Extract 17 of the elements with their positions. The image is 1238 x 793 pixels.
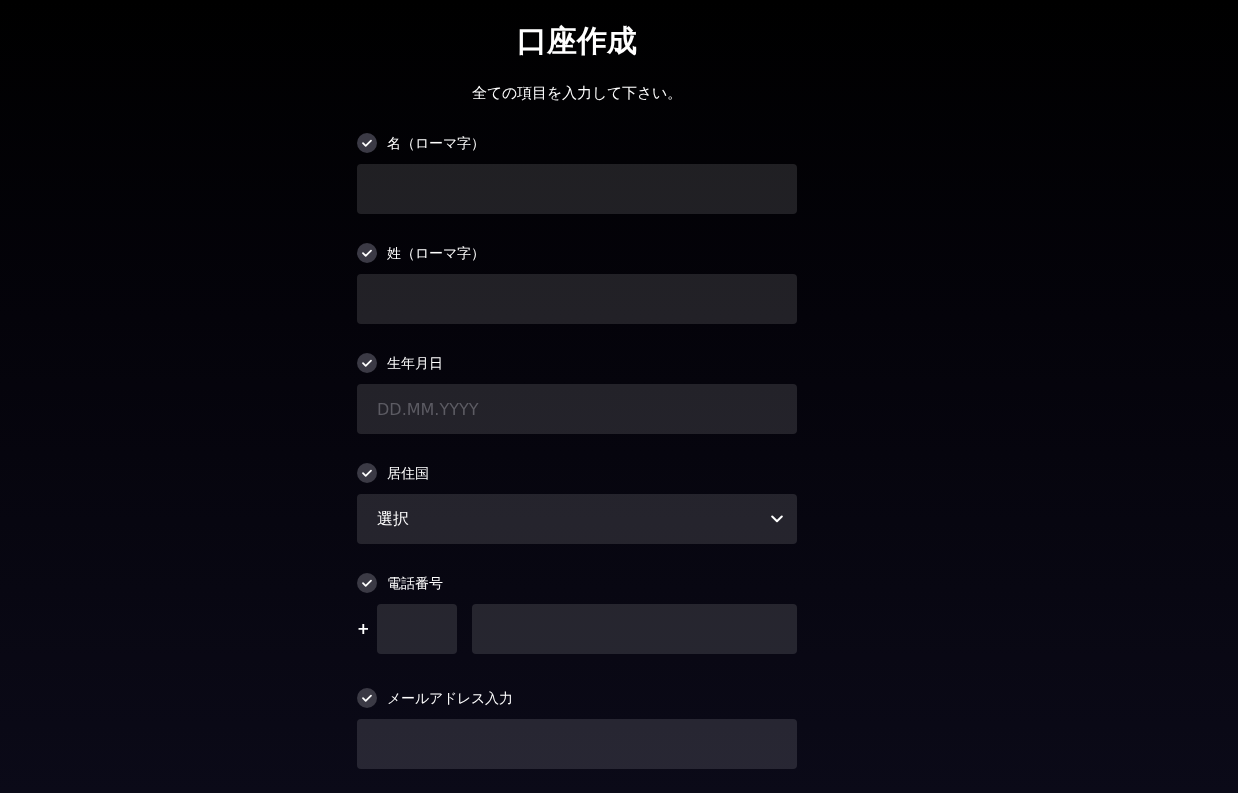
check-icon xyxy=(357,353,377,373)
field-label: 居住国 xyxy=(387,464,429,483)
check-icon xyxy=(357,243,377,263)
country-select[interactable]: 選択 xyxy=(357,494,797,544)
check-icon xyxy=(357,133,377,153)
field-label: 電話番号 xyxy=(387,574,443,593)
instruction-text: 全ての項目を入力して下さい。 xyxy=(472,83,682,103)
chevron-down-icon xyxy=(771,515,783,523)
page-title: 口座作成 xyxy=(517,23,637,59)
check-icon xyxy=(357,463,377,483)
check-icon xyxy=(357,573,377,593)
field-label: 生年月日 xyxy=(387,354,443,373)
phone-prefix: + xyxy=(357,619,371,639)
field-label: 姓（ローマ字） xyxy=(387,244,485,263)
field-label: 名（ローマ字） xyxy=(387,134,485,153)
check-icon xyxy=(357,688,377,708)
field-label: メールアドレス入力 xyxy=(387,689,513,708)
